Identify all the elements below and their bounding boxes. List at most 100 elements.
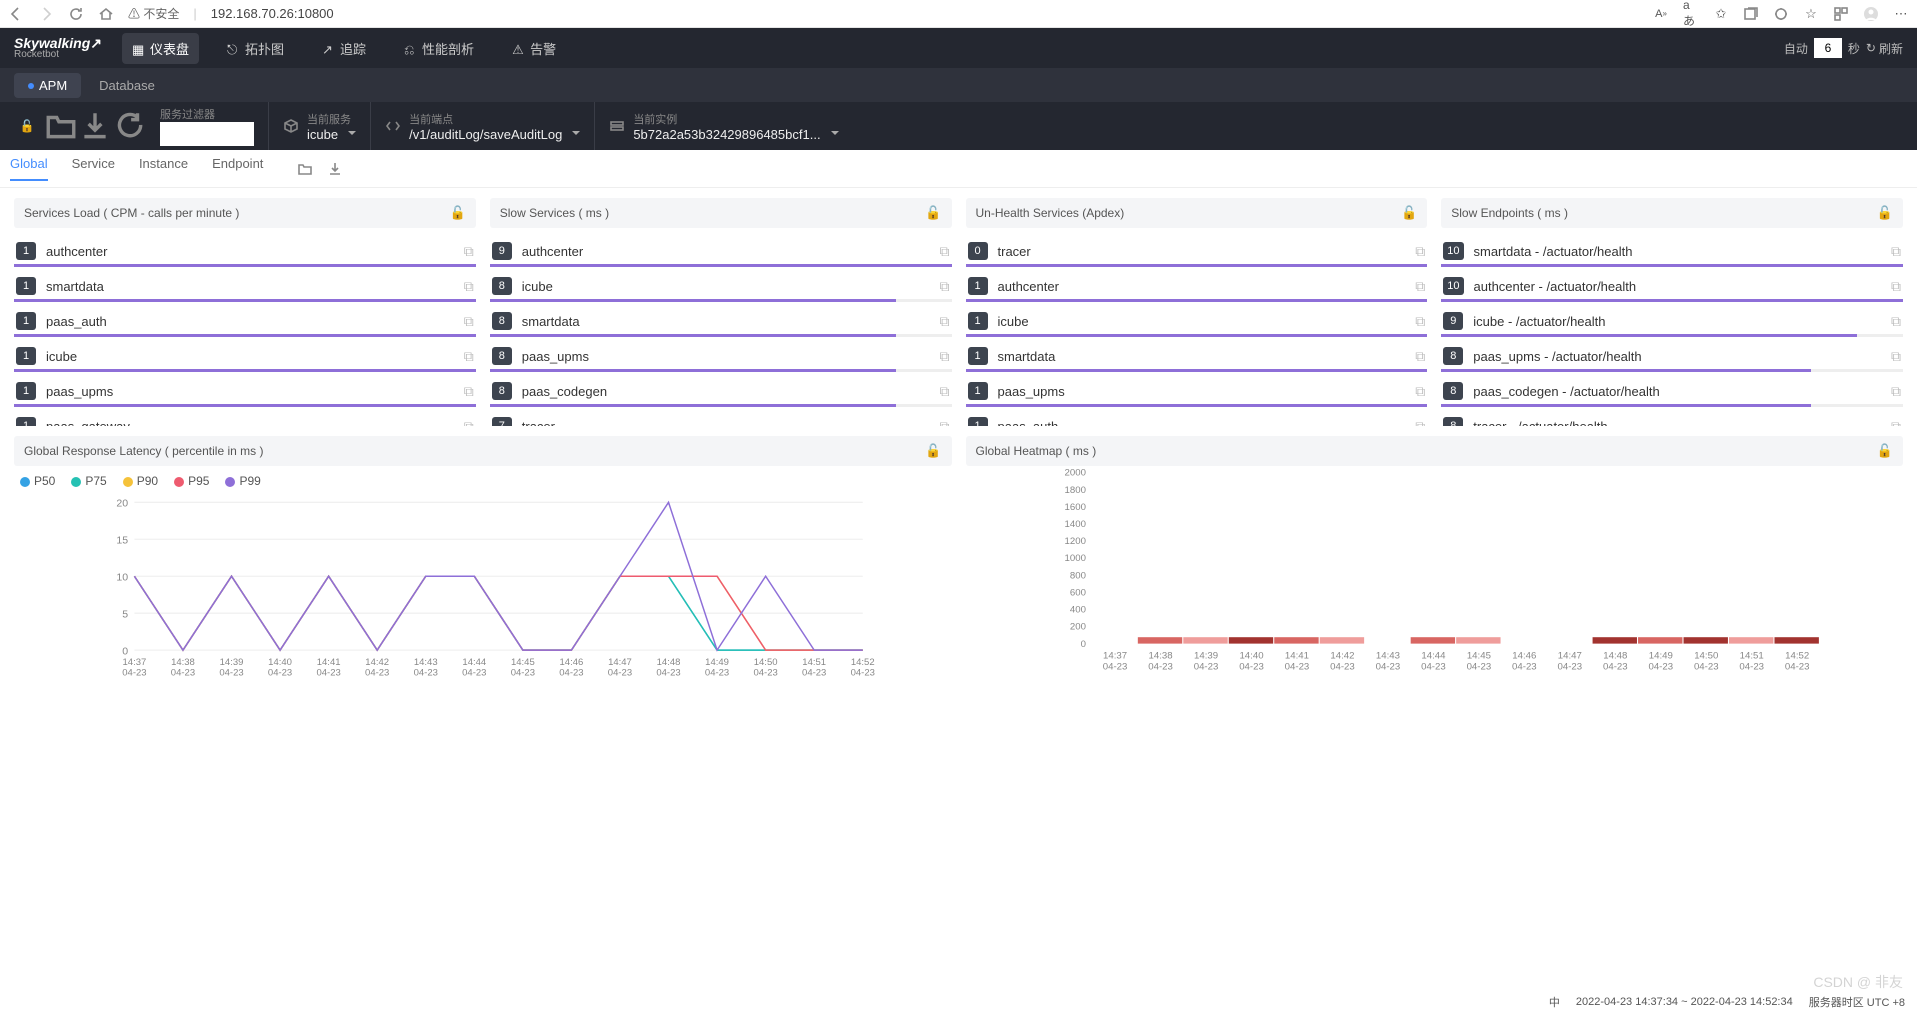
nav-性能剖析[interactable]: ⎌性能剖析 — [394, 33, 484, 64]
list-item[interactable]: 8paas_upms⧉ — [490, 339, 952, 374]
list-item[interactable]: 8icube⧉ — [490, 269, 952, 304]
copy-icon[interactable]: ⧉ — [464, 278, 474, 295]
list-item[interactable]: 0tracer⧉ — [966, 234, 1428, 269]
list-item[interactable]: 1paas_auth⧉ — [14, 304, 476, 339]
content-tab-global[interactable]: Global — [10, 156, 48, 181]
panel-lock-icon[interactable]: 🔓 — [1401, 205, 1417, 221]
copy-icon[interactable]: ⧉ — [940, 418, 950, 427]
nav-仪表盘[interactable]: ▦仪表盘 — [122, 33, 199, 64]
copy-icon[interactable]: ⧉ — [1891, 278, 1901, 295]
extensions-icon[interactable] — [1773, 6, 1789, 22]
copy-icon[interactable]: ⧉ — [464, 418, 474, 427]
module-tab-database[interactable]: Database — [85, 73, 169, 98]
profile-icon[interactable] — [1863, 6, 1879, 22]
nav-拓扑图[interactable]: ⎋拓扑图 — [217, 33, 294, 64]
nav-追踪[interactable]: ↗追踪 — [312, 33, 376, 64]
list-item[interactable]: 9icube - /actuator/health⧉ — [1441, 304, 1903, 339]
folder-open-icon[interactable] — [297, 161, 313, 177]
copy-icon[interactable]: ⧉ — [940, 348, 950, 365]
collections-icon[interactable] — [1743, 6, 1759, 22]
panel-lock-icon[interactable]: 🔓 — [925, 443, 941, 459]
panel-lock-icon[interactable]: 🔓 — [450, 205, 466, 221]
rank-badge: 1 — [968, 312, 988, 330]
panel-lock-icon[interactable]: 🔓 — [925, 205, 941, 221]
folder-icon[interactable] — [44, 109, 78, 143]
copy-icon[interactable]: ⧉ — [464, 243, 474, 260]
app-icon[interactable] — [1833, 6, 1849, 22]
lock-icon[interactable]: 🔓 — [10, 109, 44, 143]
list-item[interactable]: 1authcenter⧉ — [14, 234, 476, 269]
copy-icon[interactable]: ⧉ — [1415, 313, 1425, 330]
legend-item-P99[interactable]: P99 — [225, 474, 260, 488]
list-item[interactable]: 8paas_codegen - /actuator/health⧉ — [1441, 374, 1903, 409]
translate-icon[interactable]: aあ — [1683, 6, 1699, 22]
address-bar[interactable]: 192.168.70.26:10800 — [211, 6, 1639, 21]
copy-icon[interactable]: ⧉ — [1415, 348, 1425, 365]
latency-chart-panel: Global Response Latency ( percentile in … — [14, 436, 952, 686]
list-item[interactable]: 1smartdata⧉ — [14, 269, 476, 304]
content-tab-endpoint[interactable]: Endpoint — [212, 156, 263, 181]
reload-icon[interactable] — [68, 6, 84, 22]
download-icon[interactable] — [78, 109, 112, 143]
list-item[interactable]: 10smartdata - /actuator/health⧉ — [1441, 234, 1903, 269]
copy-icon[interactable]: ⧉ — [1891, 418, 1901, 427]
content-tab-instance[interactable]: Instance — [139, 156, 188, 181]
more-icon[interactable]: ⋯ — [1893, 6, 1909, 22]
copy-icon[interactable]: ⧉ — [940, 278, 950, 295]
copy-icon[interactable]: ⧉ — [940, 383, 950, 400]
nav-icon: ▦ — [132, 42, 144, 54]
list-item[interactable]: 8paas_upms - /actuator/health⧉ — [1441, 339, 1903, 374]
list-item[interactable]: 7tracer⧉ — [490, 409, 952, 426]
nav-告警[interactable]: ⚠告警 — [502, 33, 566, 64]
copy-icon[interactable]: ⧉ — [1891, 313, 1901, 330]
legend-item-P75[interactable]: P75 — [71, 474, 106, 488]
panel-lock-icon[interactable]: 🔓 — [1877, 205, 1893, 221]
current-endpoint-select[interactable]: 当前端点 /v1/auditLog/saveAuditLog — [370, 102, 594, 150]
legend-item-P95[interactable]: P95 — [174, 474, 209, 488]
current-service-select[interactable]: 当前服务 icube — [268, 102, 370, 150]
text-size-icon[interactable]: A» — [1653, 6, 1669, 22]
copy-icon[interactable]: ⧉ — [1415, 383, 1425, 400]
current-instance-select[interactable]: 当前实例 5b72a2a53b32429896485bcf1... — [594, 102, 852, 150]
copy-icon[interactable]: ⧉ — [940, 243, 950, 260]
list-item[interactable]: 1smartdata⧉ — [966, 339, 1428, 374]
export-icon[interactable] — [327, 161, 343, 177]
copy-icon[interactable]: ⧉ — [464, 383, 474, 400]
copy-icon[interactable]: ⧉ — [1891, 383, 1901, 400]
copy-icon[interactable]: ⧉ — [1891, 348, 1901, 365]
favorites-icon[interactable]: ☆ — [1803, 6, 1819, 22]
copy-icon[interactable]: ⧉ — [464, 313, 474, 330]
star-icon[interactable]: ✩ — [1713, 6, 1729, 22]
copy-icon[interactable]: ⧉ — [1415, 418, 1425, 427]
home-icon[interactable] — [98, 6, 114, 22]
copy-icon[interactable]: ⧉ — [464, 348, 474, 365]
list-item[interactable]: 1authcenter⧉ — [966, 269, 1428, 304]
legend-item-P50[interactable]: P50 — [20, 474, 55, 488]
refresh-icon[interactable]: ↻ 刷新 — [1866, 40, 1903, 57]
legend-item-P90[interactable]: P90 — [123, 474, 158, 488]
list-item[interactable]: 1paas_upms⧉ — [966, 374, 1428, 409]
back-icon[interactable] — [8, 6, 24, 22]
panel-lock-icon[interactable]: 🔓 — [1877, 443, 1893, 459]
list-item[interactable]: 1icube⧉ — [966, 304, 1428, 339]
list-item[interactable]: 10authcenter - /actuator/health⧉ — [1441, 269, 1903, 304]
module-tab-apm[interactable]: APM — [14, 73, 81, 98]
list-item[interactable]: 1paas_gateway⧉ — [14, 409, 476, 426]
list-item[interactable]: 8smartdata⧉ — [490, 304, 952, 339]
refresh-interval-input[interactable] — [1814, 38, 1842, 58]
copy-icon[interactable]: ⧉ — [940, 313, 950, 330]
list-item[interactable]: 9authcenter⧉ — [490, 234, 952, 269]
copy-icon[interactable]: ⧉ — [1891, 243, 1901, 260]
reload-data-icon[interactable] — [112, 109, 146, 143]
content-tab-service[interactable]: Service — [72, 156, 115, 181]
list-item[interactable]: 8tracer - /actuator/health⧉ — [1441, 409, 1903, 426]
footer-timerange[interactable]: 2022-04-23 14:37:34 ~ 2022-04-23 14:52:3… — [1576, 996, 1793, 1008]
forward-icon[interactable] — [38, 6, 54, 22]
list-item[interactable]: 1icube⧉ — [14, 339, 476, 374]
copy-icon[interactable]: ⧉ — [1415, 243, 1425, 260]
list-item[interactable]: 1paas_upms⧉ — [14, 374, 476, 409]
list-item[interactable]: 1paas_auth⧉ — [966, 409, 1428, 426]
list-item[interactable]: 8paas_codegen⧉ — [490, 374, 952, 409]
service-filter-input[interactable] — [160, 122, 254, 146]
copy-icon[interactable]: ⧉ — [1415, 278, 1425, 295]
